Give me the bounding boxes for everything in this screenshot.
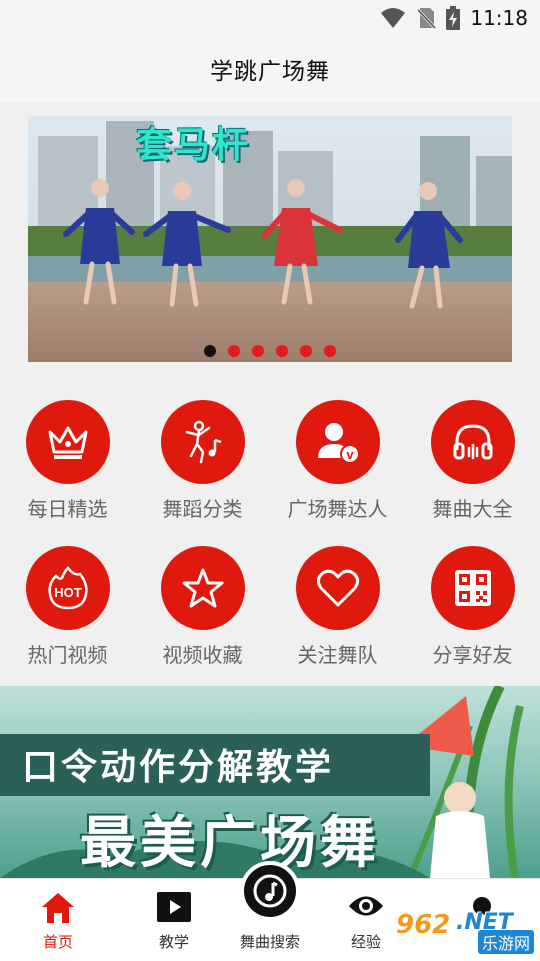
carousel-dot-active[interactable] <box>204 345 216 357</box>
grid-label: 热门视频 <box>27 643 108 667</box>
grid-item-video-favorites[interactable]: 视频收藏 <box>135 546 270 668</box>
vip-user-icon: v <box>317 423 360 464</box>
carousel-dots <box>0 345 540 357</box>
svg-text:v: v <box>346 447 354 462</box>
grid-item-share-friends[interactable]: 分享好友 <box>405 546 540 668</box>
heart-icon <box>316 569 359 607</box>
watermark-text: 乐游网 <box>477 930 534 954</box>
tab-label: 舞曲搜索 <box>239 933 300 951</box>
grid-item-hot-videos[interactable]: HOT 热门视频 <box>0 546 135 668</box>
tab-label: 教学 <box>158 933 189 951</box>
status-bar: 11:18 <box>0 0 540 36</box>
grid-icon-circle[interactable] <box>295 546 380 630</box>
banner-image[interactable]: 套马杆 <box>28 116 512 362</box>
crown-icon <box>48 426 87 459</box>
status-icons: 11:18 <box>380 6 528 30</box>
grid-label: 广场舞达人 <box>287 497 388 521</box>
carousel-dot[interactable] <box>276 345 288 357</box>
tab-teaching[interactable]: 教学 <box>120 879 228 961</box>
status-time: 11:18 <box>470 6 528 30</box>
grid-icon-circle[interactable] <box>430 400 515 484</box>
grid-label: 每日精选 <box>27 497 108 521</box>
watermark-number: 962 <box>396 910 451 940</box>
grid-item-dance-experts[interactable]: v 广场舞达人 <box>270 400 405 522</box>
eye-icon <box>349 896 383 916</box>
hot-flame-icon: HOT <box>47 566 88 610</box>
promo-banner[interactable]: 口令动作分解教学 最美广场舞 <box>0 686 540 878</box>
banner-carousel[interactable]: 套马杆 <box>0 102 540 374</box>
grid-icon-circle[interactable] <box>160 400 245 484</box>
feature-grid: 每日精选 舞蹈分类 v 广场舞达人 舞曲大全 HOT 热门视频 视频收藏 关注舞… <box>0 374 540 686</box>
battery-charging-icon <box>446 6 461 30</box>
grid-icon-circle[interactable]: v <box>295 400 380 484</box>
dancer-music-icon <box>185 420 221 464</box>
grid-icon-circle[interactable] <box>430 546 515 630</box>
star-icon <box>182 568 223 608</box>
carousel-dot[interactable] <box>324 345 336 357</box>
watermark-logo: 962 .NET 乐游网 <box>396 910 534 954</box>
app-header: 学跳广场舞 <box>0 36 540 102</box>
grid-label: 分享好友 <box>432 643 513 667</box>
promo-title: 口令动作分解教学 <box>22 747 335 788</box>
wifi-icon <box>380 7 406 29</box>
qr-code-icon <box>454 570 491 606</box>
bottom-tab-bar: 首页 教学 舞曲搜索 经验 962 .NET 乐游网 <box>0 861 540 961</box>
grid-icon-circle[interactable] <box>25 400 110 484</box>
grid-item-follow-teams[interactable]: 关注舞队 <box>270 546 405 668</box>
banner-caption: 套马杆 <box>136 125 251 166</box>
tab-home[interactable]: 首页 <box>4 879 112 961</box>
tab-label: 首页 <box>42 933 73 951</box>
grid-label: 关注舞队 <box>297 643 378 667</box>
headphones-icon <box>453 424 492 460</box>
home-icon <box>42 893 74 923</box>
play-icon <box>157 892 191 922</box>
svg-text:HOT: HOT <box>54 585 82 600</box>
grid-icon-circle[interactable] <box>160 546 245 630</box>
grid-label: 舞曲大全 <box>432 497 513 521</box>
grid-icon-circle[interactable]: HOT <box>25 546 110 630</box>
grid-item-daily-picks[interactable]: 每日精选 <box>0 400 135 522</box>
carousel-dot[interactable] <box>228 345 240 357</box>
promo-subtitle: 最美广场舞 <box>80 811 380 876</box>
carousel-dot[interactable] <box>252 345 264 357</box>
grid-label: 视频收藏 <box>162 643 243 667</box>
grid-item-dance-categories[interactable]: 舞蹈分类 <box>135 400 270 522</box>
music-search-icon <box>240 861 300 921</box>
no-sim-icon <box>416 7 437 29</box>
grid-item-music-library[interactable]: 舞曲大全 <box>405 400 540 522</box>
tab-music-search[interactable]: 舞曲搜索 <box>216 861 324 961</box>
carousel-dot[interactable] <box>300 345 312 357</box>
grid-label: 舞蹈分类 <box>162 497 243 521</box>
page-title: 学跳广场舞 <box>210 59 330 85</box>
